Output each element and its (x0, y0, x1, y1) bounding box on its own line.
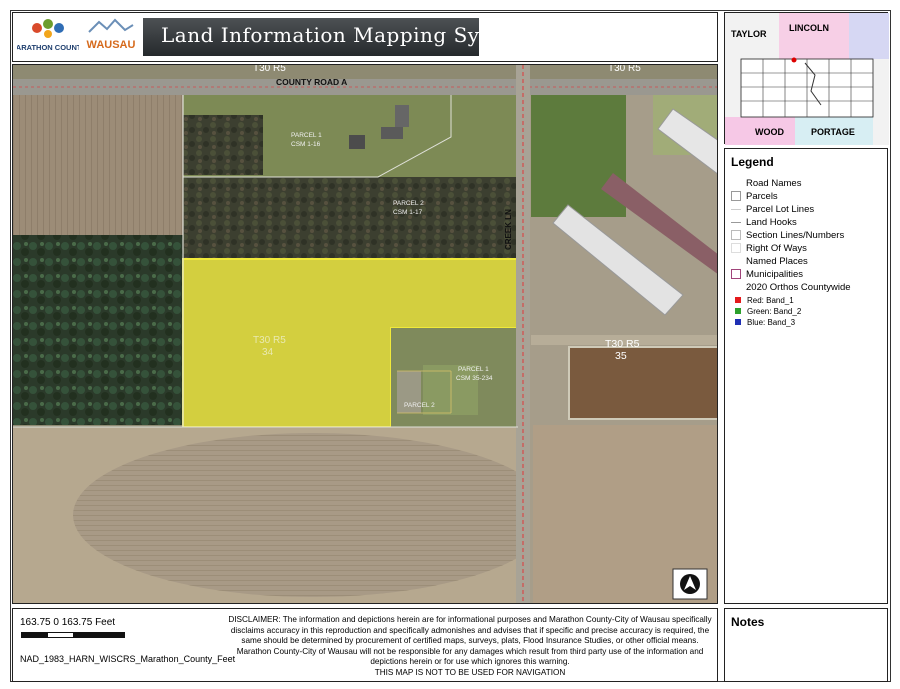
scale-bar-segment (46, 632, 74, 638)
legend-symbol-icon (731, 243, 741, 253)
township-label-right: T30 R5 (605, 338, 640, 350)
band-color-swatch-icon (735, 297, 741, 303)
projection-label: NAD_1983_HARN_WISCRS_Marathon_County_Fee… (20, 654, 236, 664)
wausau-logo-text: WAUSAU (87, 39, 136, 51)
legend-item-label: Road Names (746, 177, 802, 189)
legend-item-label: Parcel Lot Lines (746, 203, 815, 215)
marathon-county-logo: MARATHON COUNTY (10, 16, 86, 60)
locator-east-region (849, 13, 889, 59)
legend-symbol-icon (731, 191, 741, 201)
footer-panel: 163.75 0 163.75 Feet NAD_1983_HARN_WISCR… (12, 608, 718, 682)
title-bar: Land Information Mapping System (143, 18, 530, 56)
disclaimer-navigation-warning: THIS MAP IS NOT TO BE USED FOR NAVIGATIO… (374, 667, 566, 677)
band-color-swatch-icon (735, 319, 741, 325)
aerial-map[interactable]: COUNTY ROAD A CREEK LN T30 R5 T30 R5 T30… (12, 64, 718, 604)
legend-item: Named Places (731, 255, 808, 267)
locator-label-wood: WOOD (755, 127, 784, 137)
legend-item: Parcels (731, 190, 778, 202)
locator-label-portage: PORTAGE (811, 127, 855, 137)
legend-item: Parcel Lot Lines (731, 203, 814, 215)
scale-bar (21, 632, 125, 638)
wausau-logo: WAUSAU (85, 16, 137, 60)
legend-item: Municipalities (731, 268, 803, 280)
notes-title: Notes (731, 615, 765, 629)
locator-map[interactable]: TAYLOR LINCOLN WOOD PORTAGE (724, 12, 889, 145)
disclaimer-body: DISCLAIMER: The information and depictio… (228, 615, 712, 667)
legend-symbol-icon (731, 282, 741, 292)
township-label-top-left: T30 R5 (253, 65, 286, 74)
locator-position-marker (791, 57, 797, 63)
scale-labels: 163.75 0 163.75 Feet (20, 617, 116, 628)
legend-title: Legend (731, 155, 774, 169)
pond (568, 346, 717, 420)
locator-label-lincoln: LINCOLN (789, 23, 829, 33)
band-color-swatch-icon (735, 308, 741, 314)
legend-item-label: Land Hooks (746, 216, 797, 228)
north-arrow-icon (672, 568, 708, 600)
parcel-label: PARCEL 2 (404, 402, 435, 409)
section-label-35: 35 (615, 350, 627, 362)
scale-bar-segment (74, 632, 125, 638)
legend-symbol-icon (731, 221, 741, 223)
legend-item: 2020 Orthos Countywide (731, 281, 851, 293)
legend-item-label: 2020 Orthos Countywide (746, 281, 851, 293)
legend-item-label: Municipalities (746, 268, 804, 280)
legend-item-label: Named Places (746, 255, 808, 267)
legend-item: Right Of Ways (731, 242, 807, 254)
legend-symbol-icon (731, 269, 741, 279)
legend-item-label: Right Of Ways (746, 242, 807, 254)
legend-item-label: Parcels (746, 190, 778, 202)
locator-label-taylor: TAYLOR (731, 29, 767, 39)
township-label-center: T30 R5 (253, 335, 286, 346)
legend-band-item: Blue: Band_3 (735, 316, 795, 328)
marathon-logo-text: MARATHON COUNTY (17, 43, 79, 52)
parcel-csm-label: CSM 1-16 (291, 141, 321, 148)
legend-band-label: Green: Band_2 (747, 306, 802, 316)
shed-roof (395, 105, 409, 127)
page-title: Land Information Mapping System (161, 23, 531, 47)
section-label-34: 34 (262, 347, 274, 358)
parcel-label: PARCEL 1 (458, 366, 489, 373)
legend-band-label: Red: Band_1 (747, 295, 794, 305)
parcel-csm-label: CSM 1-17 (393, 209, 423, 216)
legend-band-label: Blue: Band_3 (747, 317, 796, 327)
road-label-county-road-a: COUNTY ROAD A (276, 77, 347, 87)
parcel-label: PARCEL 1 (291, 132, 322, 139)
notes-panel: Notes (724, 608, 888, 682)
locator-lincoln-region (779, 13, 849, 59)
parcel-label: PARCEL 2 (393, 200, 424, 207)
legend-symbol-icon (731, 256, 741, 266)
legend-symbol-icon (731, 230, 741, 240)
legend-item: Section Lines/Numbers (731, 229, 844, 241)
house-roof (349, 135, 365, 149)
legend-item: Road Names (731, 177, 801, 189)
garage-roof (381, 127, 403, 139)
legend-item: Land Hooks (731, 216, 797, 228)
road-label-creek-ln: CREEK LN (504, 209, 513, 250)
legend-symbol-icon (731, 208, 741, 210)
header: MARATHON COUNTY WAUSAU Land Information … (10, 12, 718, 62)
legend-panel: Legend Road Names Parcels Parcel Lot Lines… (724, 148, 888, 604)
township-label-top-right: T30 R5 (608, 65, 641, 74)
parcel-csm-label: CSM 35-234 (456, 375, 493, 382)
scale-bar-segment (21, 632, 47, 638)
legend-item-label: Section Lines/Numbers (746, 229, 845, 241)
legend-symbol-icon (731, 178, 741, 188)
disclaimer-text: DISCLAIMER: The information and depictio… (225, 615, 715, 679)
